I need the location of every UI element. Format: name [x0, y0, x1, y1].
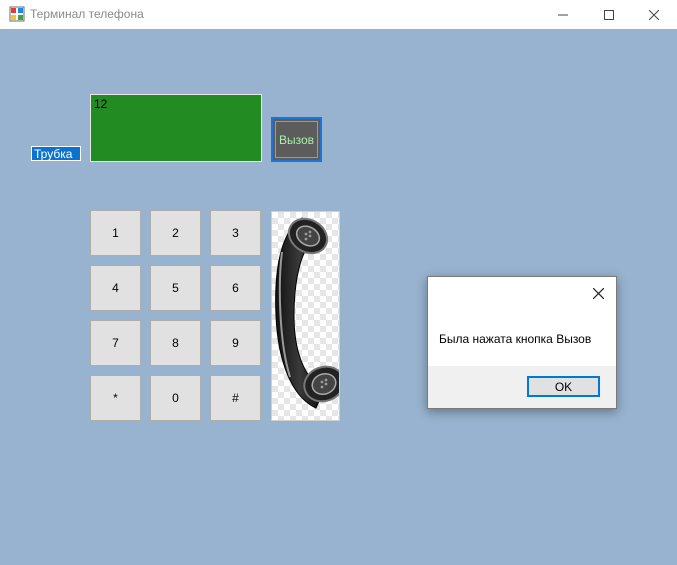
key-1[interactable]: 1	[90, 210, 141, 256]
dialog-footer: OK	[428, 366, 616, 408]
maximize-icon	[604, 9, 614, 20]
key-9[interactable]: 9	[210, 320, 261, 366]
call-button-label: Вызов	[275, 121, 318, 158]
message-box: Была нажата кнопка Вызов OK	[427, 276, 617, 409]
key-6[interactable]: 6	[210, 265, 261, 311]
key-8[interactable]: 8	[150, 320, 201, 366]
key-5[interactable]: 5	[150, 265, 201, 311]
telephone-handset-icon	[275, 217, 339, 409]
window-title: Терминал телефона	[30, 7, 144, 21]
key-star[interactable]: *	[90, 375, 141, 421]
key-3[interactable]: 3	[210, 210, 261, 256]
key-4[interactable]: 4	[90, 265, 141, 311]
tube-label[interactable]: Трубка	[31, 146, 81, 161]
key-7[interactable]: 7	[90, 320, 141, 366]
number-display[interactable]: 12	[90, 94, 262, 162]
close-icon	[592, 287, 604, 299]
minimize-icon	[558, 14, 568, 15]
dialog-close-button[interactable]	[588, 283, 608, 303]
ok-button[interactable]: OK	[527, 376, 600, 397]
call-button[interactable]: Вызов	[271, 117, 322, 162]
close-icon	[649, 9, 659, 20]
key-hash[interactable]: #	[210, 375, 261, 421]
minimize-button[interactable]	[540, 0, 586, 29]
title-bar: Терминал телефона	[0, 0, 677, 29]
close-button[interactable]	[631, 0, 677, 29]
display-text: 12	[94, 97, 108, 111]
key-2[interactable]: 2	[150, 210, 201, 256]
maximize-button[interactable]	[586, 0, 632, 29]
key-0[interactable]: 0	[150, 375, 201, 421]
app-icon	[9, 6, 25, 22]
dialog-message: Была нажата кнопка Вызов	[439, 332, 592, 346]
phone-picture[interactable]	[271, 211, 340, 421]
